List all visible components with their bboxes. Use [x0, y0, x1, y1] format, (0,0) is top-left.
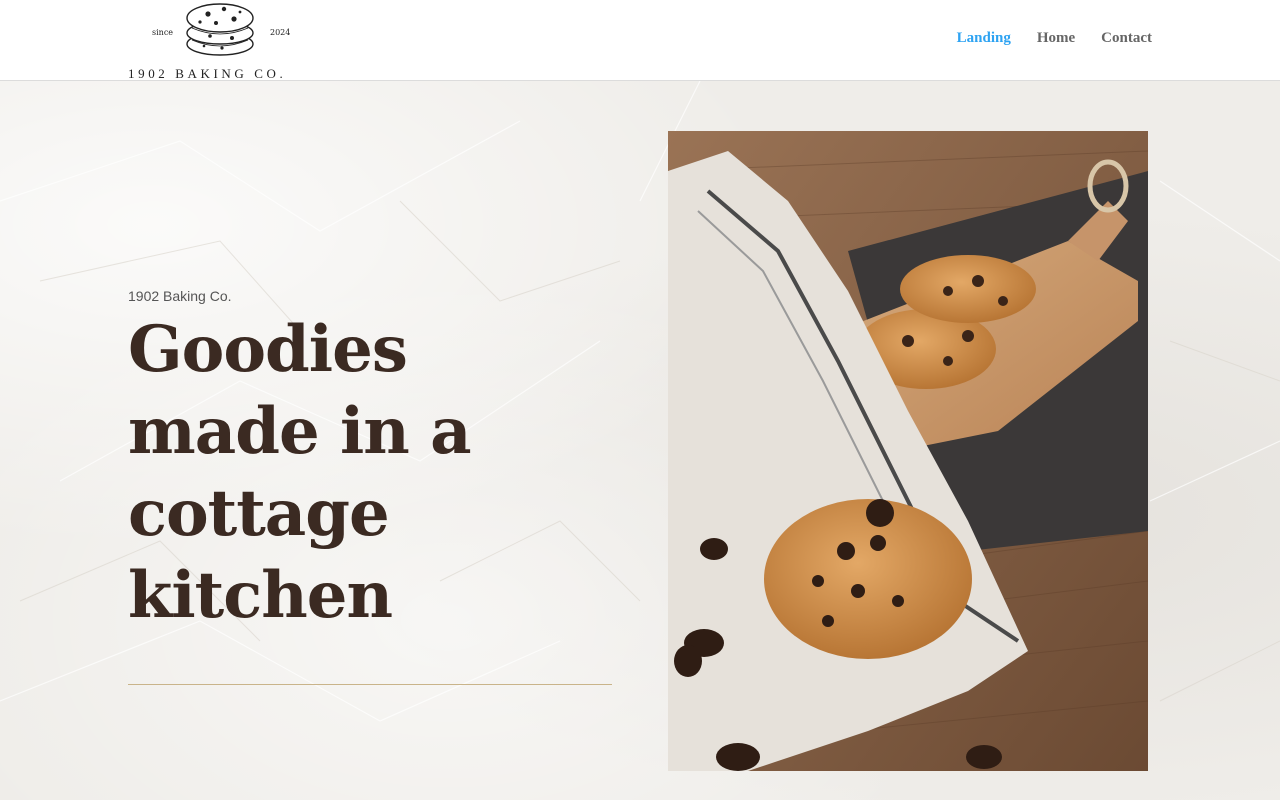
headline-line: kitchen: [128, 558, 393, 633]
headline-line: made in a: [128, 394, 472, 469]
headline-line: cottage: [128, 476, 390, 551]
hero-divider: [128, 684, 612, 685]
hero-headline: Goodies made in a cottage kitchen: [128, 309, 608, 637]
nav-link-contact[interactable]: Contact: [1101, 30, 1152, 47]
cookie-stack-icon: [186, 3, 254, 56]
site-logo[interactable]: since 2024 1902 BAKING CO.: [128, 0, 318, 81]
main-nav: Landing Home Contact: [957, 30, 1152, 47]
logo-wordmark: 1902 BAKING CO.: [128, 66, 287, 81]
hero-section: 1902 Baking Co. Goodies made in a cottag…: [0, 81, 1280, 800]
nav-link-home[interactable]: Home: [1037, 30, 1075, 47]
hero-eyebrow: 1902 Baking Co.: [128, 288, 232, 304]
nav-link-landing[interactable]: Landing: [957, 30, 1011, 47]
site-header: since 2024 1902 BAKING CO. Landing Home …: [0, 0, 1280, 81]
logo-year-text: 2024: [270, 28, 291, 37]
hero-cookie-photo: [668, 131, 1148, 771]
logo-since-text: since: [152, 28, 174, 37]
headline-line: Goodies: [128, 312, 408, 387]
